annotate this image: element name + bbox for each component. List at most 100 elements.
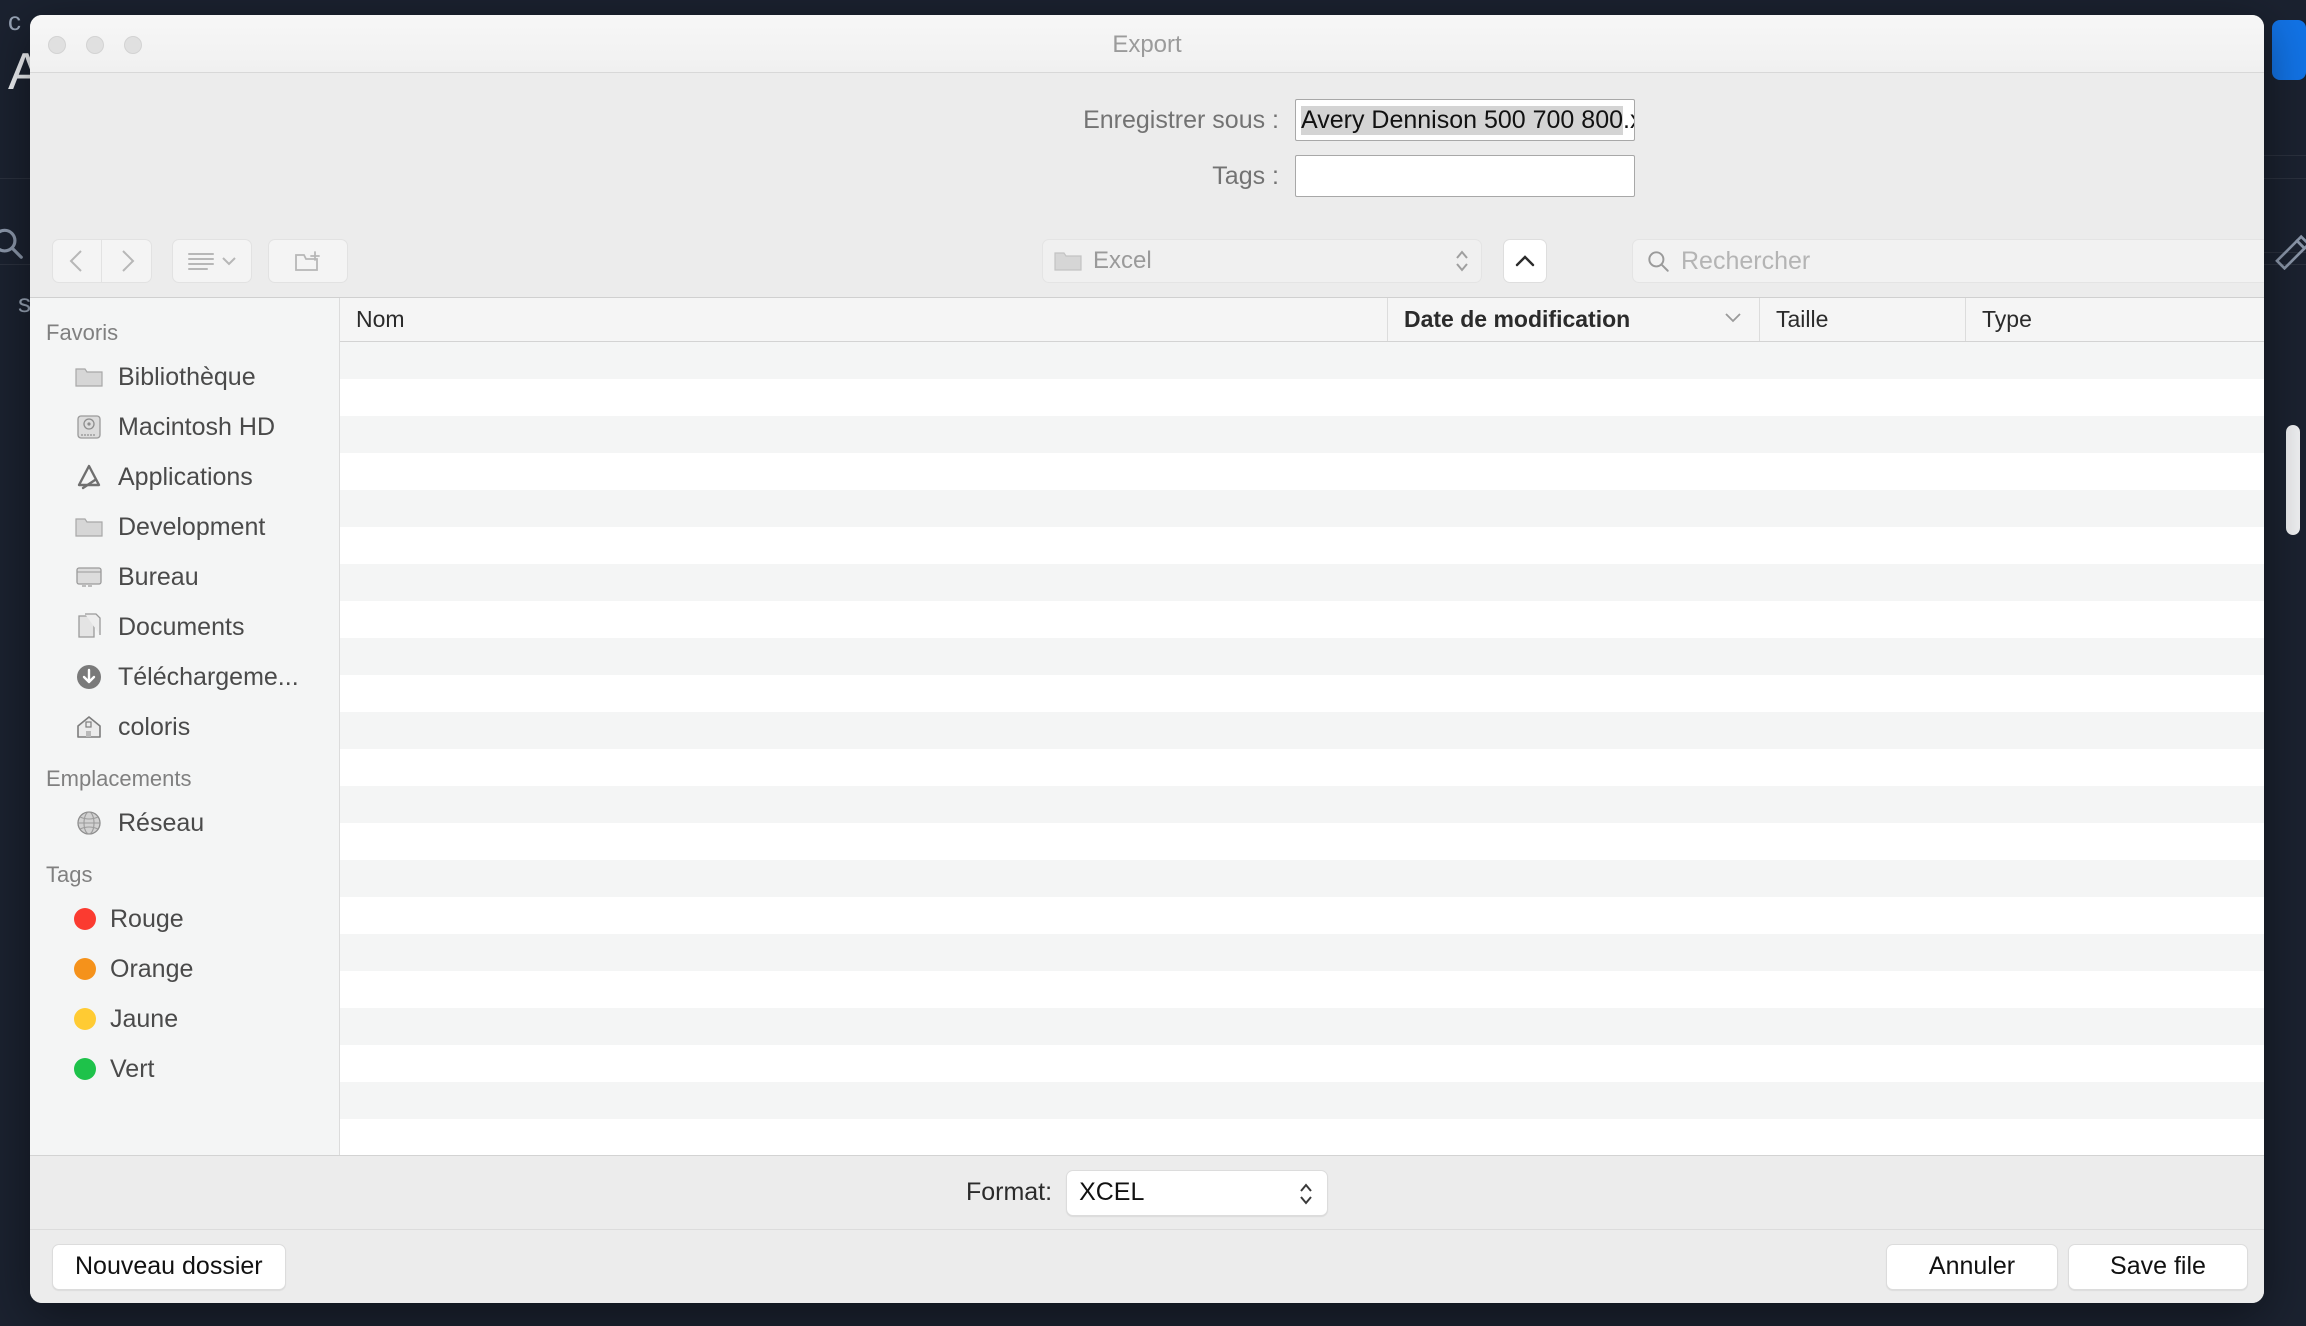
table-row[interactable] — [340, 453, 2264, 490]
background-accent-button[interactable] — [2272, 20, 2306, 80]
sidebar-item-label: Development — [118, 512, 266, 541]
save-file-button-label: Save file — [2110, 1252, 2206, 1280]
table-row[interactable] — [340, 1008, 2264, 1045]
forward-button[interactable] — [102, 239, 152, 283]
window-title: Export — [1112, 31, 1182, 58]
format-value: XCEL — [1079, 1178, 1145, 1206]
table-row[interactable] — [340, 342, 2264, 379]
table-row[interactable] — [340, 638, 2264, 675]
new-folder-button[interactable]: Nouveau dossier — [52, 1243, 286, 1290]
sidebar-item-macintosh-hd[interactable]: Macintosh HD — [30, 402, 339, 452]
sidebar: Favoris Bibliothèque Macintosh HD Applic… — [30, 298, 340, 1155]
view-options-button[interactable] — [172, 239, 252, 283]
column-header-date-modified[interactable]: Date de modification — [1388, 298, 1760, 341]
file-browser-toolbar: Excel Rechercher — [30, 225, 2264, 297]
chevron-left-icon — [69, 250, 82, 272]
table-row[interactable] — [340, 971, 2264, 1008]
column-header-label: Type — [1982, 306, 2032, 332]
column-header-type[interactable]: Type — [1966, 298, 2264, 341]
table-row[interactable] — [340, 786, 2264, 823]
hard-drive-icon — [77, 415, 101, 439]
dialog-button-bar: Nouveau dossier Annuler Save file — [30, 1229, 2264, 1303]
format-select[interactable]: XCEL — [1066, 1169, 1329, 1216]
table-row[interactable] — [340, 1119, 2264, 1155]
filename-selected-text: Avery Dennison 500 700 800 — [1301, 105, 1623, 135]
folder-icon — [1054, 252, 1082, 271]
column-header-name[interactable]: Nom — [340, 298, 1388, 341]
dialog-body: Favoris Bibliothèque Macintosh HD Applic… — [30, 297, 2264, 1155]
table-row[interactable] — [340, 564, 2264, 601]
sidebar-item-development[interactable]: Development — [30, 502, 339, 552]
sidebar-item-tag-rouge[interactable]: Rouge — [30, 894, 339, 944]
sidebar-item-label: Bureau — [118, 562, 199, 591]
sidebar-section-tags: Tags — [46, 862, 93, 887]
column-header-label: Nom — [356, 306, 405, 332]
sidebar-item-label: Vert — [110, 1054, 155, 1083]
search-icon — [1648, 251, 1669, 272]
applications-icon — [77, 464, 101, 490]
dialog-titlebar: Export — [30, 15, 2264, 73]
path-popup-button[interactable]: Excel — [1042, 239, 1482, 283]
table-row[interactable] — [340, 527, 2264, 564]
pencil-icon[interactable] — [2272, 230, 2306, 270]
sidebar-item-telechargements[interactable]: Téléchargeme... — [30, 652, 339, 702]
back-button[interactable] — [52, 239, 102, 283]
cancel-button[interactable]: Annuler — [1886, 1243, 2058, 1290]
sidebar-item-tag-orange[interactable]: Orange — [30, 944, 339, 994]
sidebar-item-tag-jaune[interactable]: Jaune — [30, 994, 339, 1044]
table-row[interactable] — [340, 1045, 2264, 1082]
table-row[interactable] — [340, 860, 2264, 897]
new-folder-button-label: Nouveau dossier — [75, 1252, 263, 1280]
background-scrollbar-thumb[interactable] — [2286, 425, 2300, 535]
search-placeholder: Rechercher — [1681, 246, 1811, 275]
new-folder-toolbar-button[interactable] — [268, 239, 348, 283]
sidebar-item-applications[interactable]: Applications — [30, 452, 339, 502]
sidebar-item-bibliotheque[interactable]: Bibliothèque — [30, 352, 339, 402]
table-row[interactable] — [340, 601, 2264, 638]
table-row[interactable] — [340, 749, 2264, 786]
search-input[interactable]: Rechercher — [1632, 239, 2264, 283]
collapse-panel-button[interactable] — [1503, 239, 1547, 283]
format-label: Format: — [965, 1178, 1053, 1206]
path-popup-value: Excel — [1093, 247, 1152, 274]
table-row[interactable] — [340, 823, 2264, 860]
sidebar-item-label: Rouge — [110, 904, 184, 933]
documents-icon — [78, 613, 101, 638]
column-header-size[interactable]: Taille — [1760, 298, 1966, 341]
sidebar-item-label: Documents — [118, 612, 245, 641]
sidebar-item-coloris[interactable]: coloris — [30, 702, 339, 752]
sidebar-item-bureau[interactable]: Bureau — [30, 552, 339, 602]
tag-dot-icon — [74, 958, 96, 980]
sidebar-item-documents[interactable]: Documents — [30, 602, 339, 652]
sidebar-section-favoris: Favoris — [46, 320, 119, 345]
filename-input[interactable]: Avery Dennison 500 700 800.xlsx — [1295, 99, 1635, 141]
sidebar-item-tag-vert[interactable]: Vert — [30, 1044, 339, 1094]
folder-icon — [75, 518, 103, 537]
table-row[interactable] — [340, 934, 2264, 971]
file-list-rows[interactable] — [340, 342, 2264, 1155]
format-bar: Format: XCEL — [30, 1155, 2264, 1229]
sidebar-item-reseau[interactable]: Réseau — [30, 798, 339, 848]
table-row[interactable] — [340, 675, 2264, 712]
stepper-updown-icon — [1456, 250, 1468, 272]
chevron-up-icon — [1515, 255, 1535, 267]
table-row[interactable] — [340, 1082, 2264, 1119]
column-header-label: Date de modification — [1404, 306, 1631, 332]
tag-dot-icon — [74, 1058, 96, 1080]
save-as-label: Enregistrer sous : — [1083, 105, 1279, 134]
new-folder-icon — [295, 251, 320, 271]
network-globe-icon — [77, 811, 101, 835]
table-row[interactable] — [340, 416, 2264, 453]
sidebar-item-label: Bibliothèque — [118, 362, 256, 391]
save-as-fields: Enregistrer sous : Avery Dennison 500 70… — [30, 73, 2264, 225]
sidebar-item-label: Téléchargeme... — [118, 662, 299, 691]
column-header-label: Taille — [1776, 306, 1829, 332]
folder-icon — [75, 368, 103, 387]
table-row[interactable] — [340, 490, 2264, 527]
sidebar-item-label: Réseau — [118, 808, 205, 837]
table-row[interactable] — [340, 897, 2264, 934]
table-row[interactable] — [340, 712, 2264, 749]
table-row[interactable] — [340, 379, 2264, 416]
tags-input[interactable] — [1295, 155, 1635, 197]
save-file-button[interactable]: Save file — [2068, 1243, 2248, 1290]
